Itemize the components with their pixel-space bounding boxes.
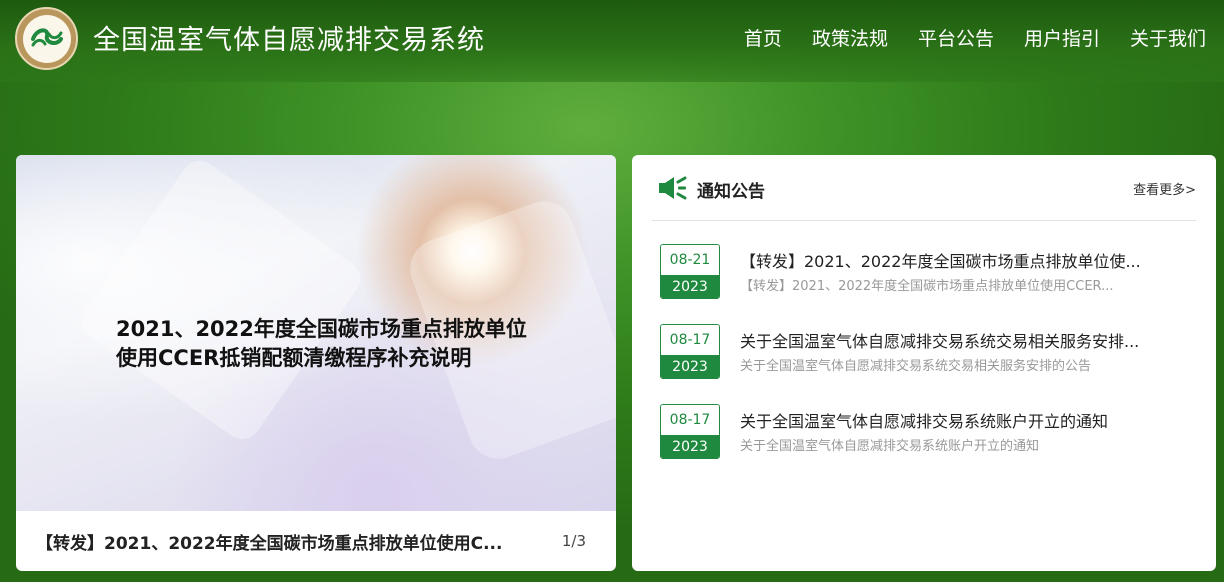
notice-item[interactable]: 08-17 2023 关于全国温室气体自愿减排交易系统交易相关服务安排... 关… (660, 324, 1190, 380)
notice-item[interactable]: 08-17 2023 关于全国温室气体自愿减排交易系统账户开立的通知 关于全国温… (660, 404, 1190, 460)
date-year: 2023 (661, 275, 719, 298)
banner-headline-line2: 使用CCER抵销配额清缴程序补充说明 (116, 346, 472, 370)
notice-item-subtitle: 关于全国温室气体自愿减排交易系统交易相关服务安排的公告 (740, 359, 1092, 374)
logo-inner (22, 14, 71, 63)
notice-item-subtitle: 关于全国温室气体自愿减排交易系统账户开立的通知 (740, 439, 1040, 454)
notice-item-title[interactable]: 【转发】2021、2022年度全国碳市场重点排放单位使... (740, 248, 1170, 272)
date-month-day: 08-21 (661, 245, 719, 275)
carousel-banner[interactable]: 2021、2022年度全国碳市场重点排放单位 使用CCER抵销配额清缴程序补充说… (16, 155, 616, 571)
banner-headline: 2021、2022年度全国碳市场重点排放单位 使用CCER抵销配额清缴程序补充说… (116, 315, 576, 373)
notice-item[interactable]: 08-21 2023 【转发】2021、2022年度全国碳市场重点排放单位使..… (660, 244, 1190, 300)
view-more-link[interactable]: 查看更多> (1133, 179, 1196, 198)
date-badge: 08-17 2023 (660, 404, 720, 459)
main-nav: 首页 政策法规 平台公告 用户指引 关于我们 (714, 24, 1206, 51)
notice-header: 通知公告 查看更多> (652, 171, 1196, 221)
site-title: 全国温室气体自愿减排交易系统 (93, 25, 485, 56)
notice-title: 通知公告 (697, 182, 765, 202)
date-year: 2023 (661, 355, 719, 378)
banner-image[interactable]: 2021、2022年度全国碳市场重点排放单位 使用CCER抵销配额清缴程序补充说… (16, 155, 616, 511)
carousel-pager: 1/3 (561, 532, 586, 550)
nav-item-user-guide[interactable]: 用户指引 (1024, 24, 1100, 51)
banner-caption-link[interactable]: 【转发】2021、2022年度全国碳市场重点排放单位使用C... (36, 529, 514, 554)
date-month-day: 08-17 (661, 405, 719, 435)
speaker-icon (659, 176, 687, 200)
notice-panel: 通知公告 查看更多> 08-21 2023 【转发】2021、2022年度全国碳… (632, 155, 1216, 571)
logo-swirl-icon (30, 27, 63, 46)
emblem-logo-icon[interactable] (15, 7, 78, 70)
date-year: 2023 (661, 435, 719, 458)
date-badge: 08-21 2023 (660, 244, 720, 299)
banner-footer: 【转发】2021、2022年度全国碳市场重点排放单位使用C... 1/3 (16, 511, 616, 571)
nav-item-home[interactable]: 首页 (744, 24, 782, 51)
nav-item-policy[interactable]: 政策法规 (812, 24, 888, 51)
notice-item-title[interactable]: 关于全国温室气体自愿减排交易系统交易相关服务安排... (740, 328, 1170, 352)
date-badge: 08-17 2023 (660, 324, 720, 379)
date-month-day: 08-17 (661, 325, 719, 355)
nav-item-announcements[interactable]: 平台公告 (918, 24, 994, 51)
banner-decor-shape (74, 155, 368, 447)
top-header: 全国温室气体自愿减排交易系统 首页 政策法规 平台公告 用户指引 关于我们 (0, 0, 1224, 82)
banner-headline-line1: 2021、2022年度全国碳市场重点排放单位 (116, 317, 527, 341)
notice-item-title[interactable]: 关于全国温室气体自愿减排交易系统账户开立的通知 (740, 408, 1170, 432)
notice-item-subtitle: 【转发】2021、2022年度全国碳市场重点排放单位使用CCER... (740, 279, 1114, 294)
nav-item-about[interactable]: 关于我们 (1130, 24, 1206, 51)
